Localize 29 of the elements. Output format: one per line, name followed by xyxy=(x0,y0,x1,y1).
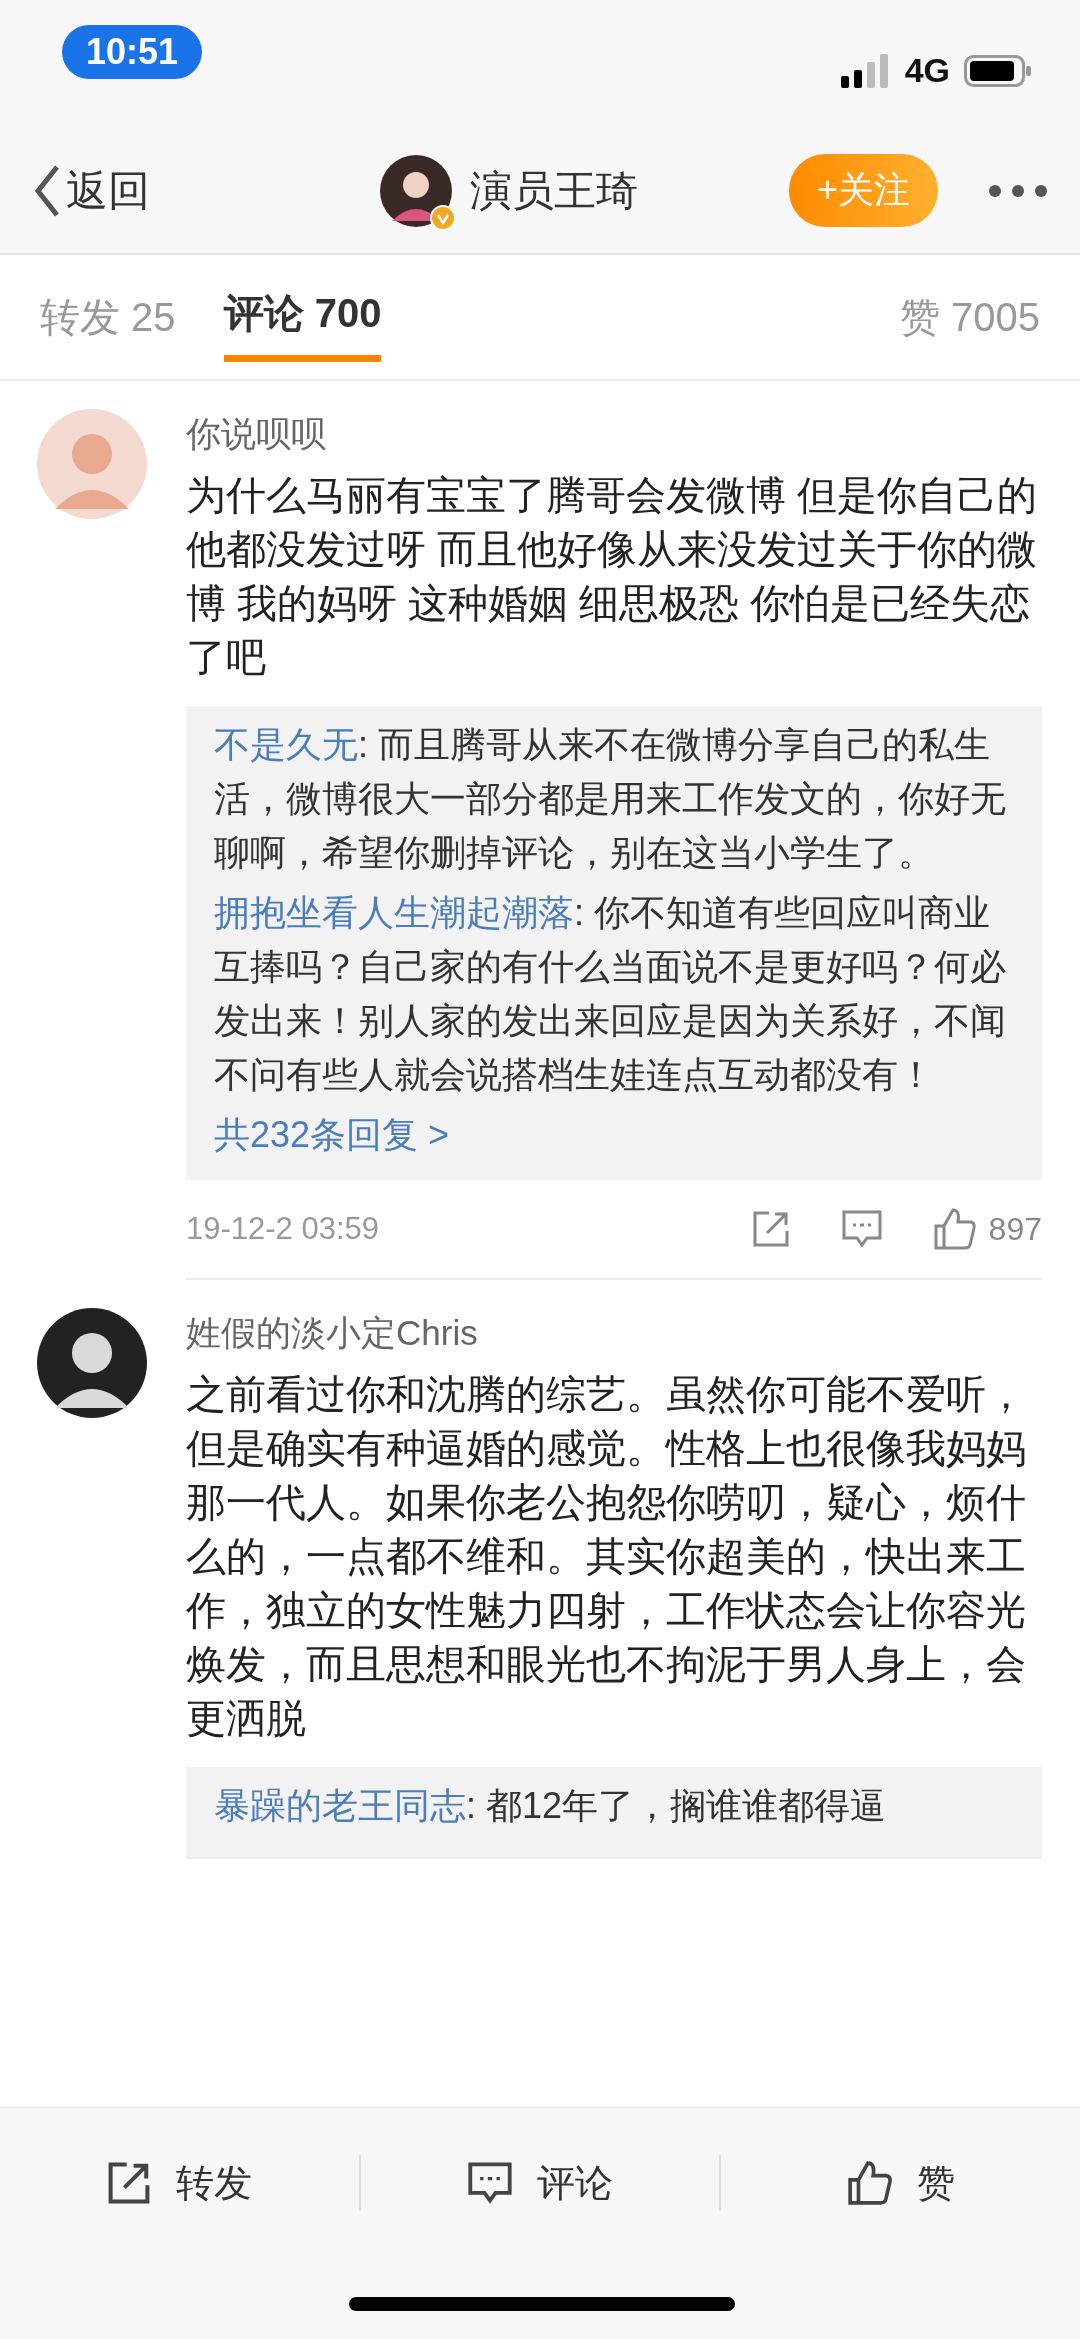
reply-username-link[interactable]: 暴躁的老王同志 xyxy=(214,1785,466,1826)
reply-text: 拥抱坐看人生潮起潮落: 你不知道有些回应叫商业互捧吗？自己家的有什么当面说不是更好吗？何必发出来！别人家的发出来回应是因为关系好，不闻不问有些人就会说搭档生娃连点互动都没有！ xyxy=(214,891,1007,1097)
status-time: 10:51 xyxy=(62,25,203,79)
signal-icon xyxy=(840,53,891,88)
comment-username[interactable]: 你说呗呗 xyxy=(186,411,326,458)
back-button[interactable]: 返回 xyxy=(34,162,150,219)
reply-username-link[interactable]: 不是久无 xyxy=(214,724,358,765)
action-button[interactable]: 转发 xyxy=(0,2156,359,2210)
back-icon xyxy=(34,163,60,218)
reply-username-link[interactable]: 拥抱坐看人生潮起潮落 xyxy=(214,892,574,933)
comment-icon xyxy=(467,2161,513,2205)
network-label: 4G xyxy=(904,51,950,90)
like-icon xyxy=(846,2160,893,2206)
comment-text: 之前看过你和沈腾的综艺。虽然你可能不爱听，但是确实有种逼婚的感觉。性格上也很像我妈妈那一代人。如果你老公抱怨你唠叨，疑心，烦什么的，一点都不维和。其实你超美的，快出来工作，独立的女性魅力四射，工作状态会让你容光焕发，而且思想和眼光也不拘泥于男人身上，会更洒脱 xyxy=(186,1371,1027,1742)
more-replies-link[interactable]: 共232条回复 > xyxy=(214,1108,450,1162)
account-name: 演员王琦 xyxy=(470,165,639,216)
like-count: 897 xyxy=(988,1210,1042,1248)
comment-time: 19-12-2 03:59 xyxy=(186,1211,380,1247)
comment-icon[interactable] xyxy=(840,1209,883,1249)
comment-text: 为什么马丽有宝宝了腾哥会发微博 但是你自己的他都没发过呀 而且他好像从来没发过关于你的微博 我的妈呀 这种婚姻 细思极恐 你怕是已经失恋了吧 xyxy=(186,472,1039,681)
tab[interactable]: 评论 700 xyxy=(223,272,382,362)
like-icon[interactable] xyxy=(932,1207,977,1251)
action-button[interactable]: 评论 xyxy=(360,2156,720,2210)
more-icon[interactable] xyxy=(988,183,1048,198)
reply-text: 暴躁的老王同志: 都12年了，搁谁谁都得逼 xyxy=(214,1784,888,1828)
action-button[interactable]: 赞 xyxy=(721,2156,1080,2210)
comment-username[interactable]: 姓假的淡小定Chris xyxy=(186,1310,478,1357)
reply-text: 不是久无: 而且腾哥从来不在微博分享自己的私生活，微博很大一部分都是用来工作发文的，你好无聊啊，希望你删掉评论，别在这当小学生了。 xyxy=(214,723,1007,875)
battery-icon xyxy=(964,54,1032,87)
